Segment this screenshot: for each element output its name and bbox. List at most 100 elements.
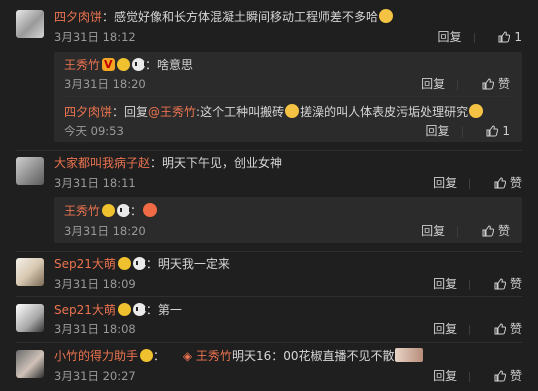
live-icon: ◈ xyxy=(182,349,193,363)
like-button[interactable]: 1 xyxy=(498,30,522,44)
reply-prefix: ：回复 xyxy=(112,105,149,119)
avatar[interactable] xyxy=(16,157,44,185)
reply-content: 四夕肉饼：回复@王秀竹:这个工种叫搬砖 搓澡的叫人体表皮污垢处理研究 xyxy=(64,104,484,120)
comment-actions: 回复 赞 xyxy=(413,369,522,383)
avatar[interactable] xyxy=(16,350,44,378)
comment-time: 3月31日 18:09 xyxy=(54,277,136,291)
comment-text: ： xyxy=(153,349,166,363)
thumbs-up-icon xyxy=(486,125,499,137)
comment-text: ：明天下午见，创业女神 xyxy=(150,156,283,170)
comment-time: 3月31日 20:27 xyxy=(54,369,136,383)
like-button[interactable]: 赞 xyxy=(494,322,522,336)
reply-time: 3月31日 18:20 xyxy=(64,224,146,238)
comment-content: 小竹的得力助手 ： ◈ 王秀竹明天16：00花椒直播不见不散 xyxy=(54,348,424,364)
divider xyxy=(64,96,512,97)
divider xyxy=(16,296,522,297)
comment-content: Sep21大萌 ：明天我一定来 xyxy=(54,256,230,272)
emoji-icon xyxy=(285,104,300,118)
divider xyxy=(473,32,475,43)
reply-actions: 回复 1 xyxy=(406,124,510,138)
reply-content: 王秀竹 ：啥意思 xyxy=(64,57,193,73)
reply-text: ：啥意思 xyxy=(145,58,194,72)
like-label: 赞 xyxy=(509,322,522,336)
comment-username[interactable]: Sep21大萌 xyxy=(54,257,116,271)
mention-link[interactable]: 王秀竹 xyxy=(196,349,232,363)
like-button[interactable]: 1 xyxy=(486,124,510,138)
comment-username[interactable]: 四夕肉饼 xyxy=(54,10,102,24)
comment-content: Sep21大萌 ：第一 xyxy=(54,302,182,318)
divider xyxy=(469,279,471,290)
verified-badge-icon xyxy=(102,57,116,73)
reply-text: ： xyxy=(130,204,143,218)
like-button[interactable]: 赞 xyxy=(494,369,522,383)
panda-badge-icon xyxy=(132,303,147,316)
like-label: 赞 xyxy=(509,369,522,383)
reply-button[interactable]: 回复 xyxy=(433,369,457,383)
thumbs-up-icon xyxy=(494,370,507,382)
panda-badge-icon xyxy=(117,204,132,217)
reply-username[interactable]: 四夕肉饼 xyxy=(64,105,112,119)
reply-button[interactable]: 回复 xyxy=(421,224,445,238)
avatar[interactable] xyxy=(16,10,44,38)
comment-content: 四夕肉饼：感觉好像和长方体混凝土瞬间移动工程师差不多哈 xyxy=(54,9,394,25)
comment-text: ：明天我一定来 xyxy=(145,257,230,271)
like-button[interactable]: 赞 xyxy=(494,176,522,190)
reply-username[interactable]: 王秀竹 xyxy=(64,58,100,72)
mention-link[interactable]: @王秀竹 xyxy=(148,105,196,119)
emoji-icon xyxy=(379,9,394,23)
emoji-icon xyxy=(143,203,158,217)
reply-button[interactable]: 回复 xyxy=(426,124,450,138)
reply-content: 王秀竹 ： xyxy=(64,203,158,219)
crown-badge-icon xyxy=(117,257,131,270)
thumbs-up-icon xyxy=(494,278,507,290)
reply-button[interactable]: 回复 xyxy=(433,277,457,291)
comment-text: ：第一 xyxy=(145,303,182,317)
like-count: 1 xyxy=(502,124,510,138)
panda-badge-icon xyxy=(132,58,147,71)
divider xyxy=(16,342,522,343)
reply-actions: 回复 赞 xyxy=(401,77,510,91)
reply-username[interactable]: 王秀竹 xyxy=(64,204,100,218)
thumbs-up-icon xyxy=(494,323,507,335)
avatar[interactable] xyxy=(16,258,44,286)
comment-actions: 回复 赞 xyxy=(413,277,522,291)
like-button[interactable]: 赞 xyxy=(482,77,510,91)
crown-badge-icon xyxy=(102,204,116,217)
comment-time: 3月31日 18:08 xyxy=(54,322,136,336)
divider xyxy=(469,371,471,382)
like-button[interactable]: 赞 xyxy=(494,277,522,291)
reply-button[interactable]: 回复 xyxy=(433,176,457,190)
reply-text: :这个工种叫搬砖 xyxy=(196,105,285,119)
like-label: 赞 xyxy=(509,277,522,291)
comment-time: 3月31日 18:12 xyxy=(54,30,136,44)
comment-username[interactable]: 小竹的得力助手 xyxy=(54,349,138,363)
reply-box: 王秀竹 ：啥意思 3月31日 18:20 回复 赞 四夕肉饼：回复@王秀竹:这个工… xyxy=(54,52,522,142)
reply-text: 搓澡的叫人体表皮污垢处理研究 xyxy=(300,105,469,119)
reply-button[interactable]: 回复 xyxy=(421,77,445,91)
comment-actions: 回复 赞 xyxy=(413,322,522,336)
reply-box: 王秀竹 ： 3月31日 18:20 回复 赞 xyxy=(54,197,522,243)
sticker-icon xyxy=(395,348,424,362)
comment-text: ：感觉好像和长方体混凝土瞬间移动工程师差不多哈 xyxy=(102,10,379,24)
like-label: 赞 xyxy=(497,77,510,91)
comment-time: 3月31日 18:11 xyxy=(54,176,136,190)
divider xyxy=(16,150,522,151)
thumbs-up-icon xyxy=(482,225,495,237)
avatar[interactable] xyxy=(16,304,44,332)
crown-badge-icon xyxy=(140,349,154,362)
reply-button[interactable]: 回复 xyxy=(438,30,462,44)
divider xyxy=(469,324,471,335)
comment-text: 明天16：00花椒直播不见不散 xyxy=(231,349,395,363)
thumbs-up-icon xyxy=(482,78,495,90)
comment-username[interactable]: Sep21大萌 xyxy=(54,303,116,317)
divider xyxy=(457,226,459,237)
divider xyxy=(469,178,471,189)
comment-content: 大家都叫我病子赵：明天下午见，创业女神 xyxy=(54,155,282,171)
reply-actions: 回复 赞 xyxy=(401,224,510,238)
divider xyxy=(457,79,459,90)
reply-button[interactable]: 回复 xyxy=(433,322,457,336)
like-button[interactable]: 赞 xyxy=(482,224,510,238)
comment-username[interactable]: 大家都叫我病子赵 xyxy=(54,156,150,170)
like-label: 赞 xyxy=(509,176,522,190)
comment-actions: 回复 1 xyxy=(418,30,522,44)
